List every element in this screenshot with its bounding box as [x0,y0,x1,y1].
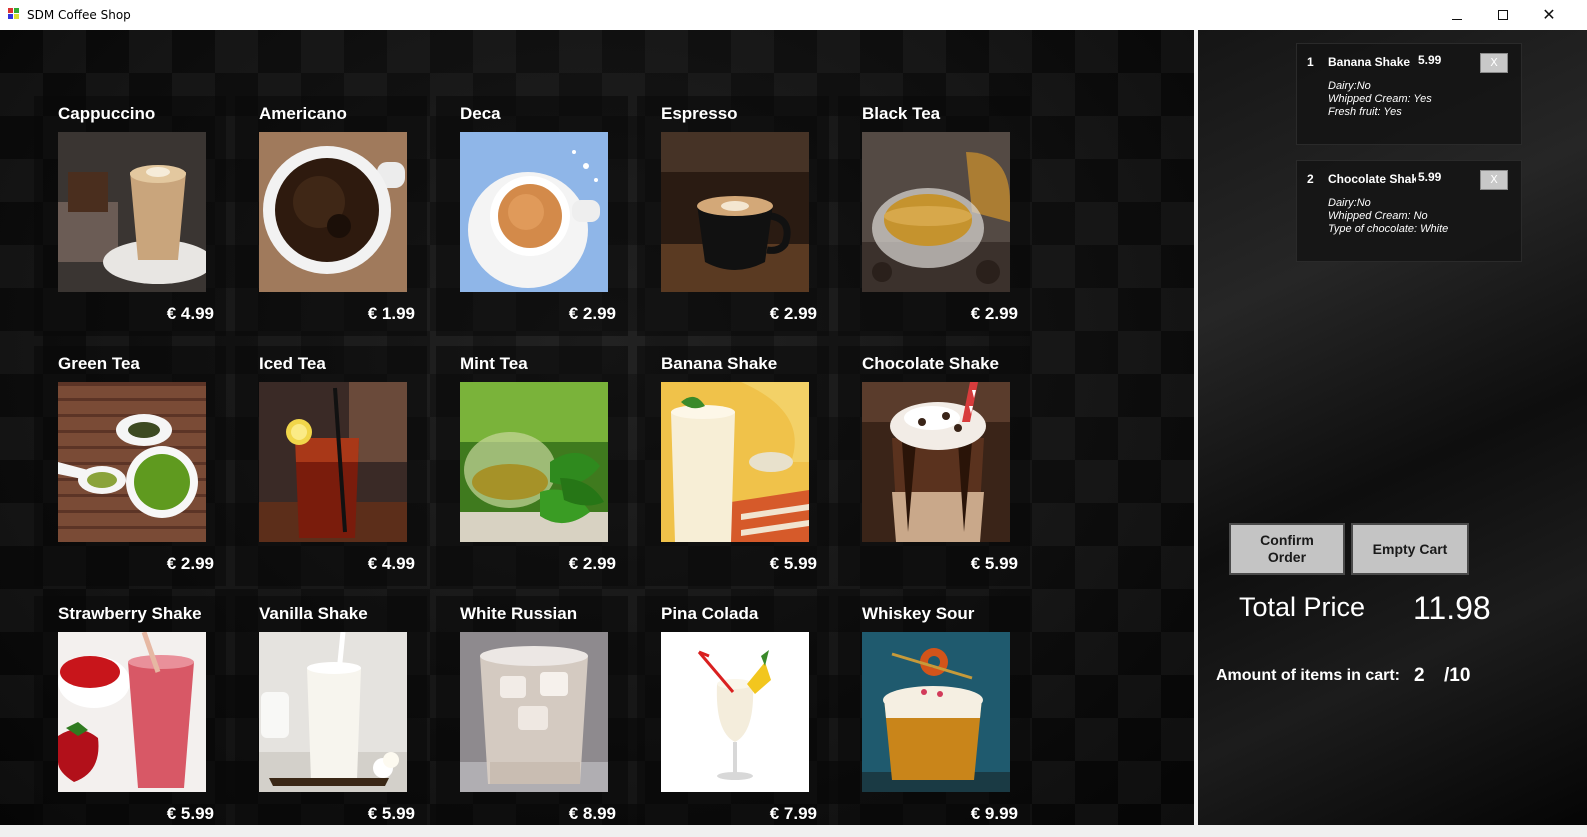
close-icon: X [1490,56,1498,69]
menu-item-deca[interactable]: Deca € 2.99 [436,96,628,336]
remove-item-button[interactable]: X [1480,53,1508,73]
cart-item[interactable]: 2 Chocolate Shake 5.99 X Dairy:No Whippe… [1296,160,1522,262]
total-price-label: Total Price [1239,592,1366,622]
confirm-order-label: Confirm Order [1260,532,1314,565]
empty-cart-button[interactable]: Empty Cart [1351,523,1469,575]
deca-image[interactable] [460,132,608,292]
cart-item-number: 2 [1307,172,1314,186]
app-icon [8,8,20,20]
cart-item-price: 5.99 [1418,170,1442,184]
cart-panel: 1 Banana Shake 5.99 X Dairy:No Whipped C… [1198,30,1587,825]
menu-item-price: € 4.99 [367,554,415,573]
menu-panel: Cappuccino € 4.99 Americano € 1.99 Deca … [0,30,1194,825]
black-tea-image[interactable] [862,132,1010,292]
menu-item-name: Vanilla Shake [259,604,368,623]
maximize-button[interactable] [1480,0,1526,30]
menu-item-price: € 4.99 [166,304,214,323]
cart-item-name: Banana Shake [1328,55,1411,69]
strawberry-shake-image[interactable] [58,632,206,792]
confirm-order-button[interactable]: Confirm Order [1229,523,1345,575]
menu-item-banana-shake[interactable]: Banana Shake € 5.99 [637,346,829,586]
cart-item-price: 5.99 [1418,53,1442,67]
close-icon: ✕ [1542,5,1556,24]
menu-item-name: Green Tea [58,354,140,373]
maximize-icon [1498,10,1508,20]
chocolate-shake-image[interactable] [862,382,1010,542]
cart-amount-count: 2 [1414,665,1425,686]
mint-tea-image[interactable] [460,382,608,542]
menu-item-price: € 5.99 [166,804,214,823]
menu-item-pina-colada[interactable]: Pina Colada € 7.99 [637,596,829,825]
menu-item-name: Strawberry Shake [58,604,202,623]
close-icon: X [1490,173,1498,186]
menu-item-chocolate-shake[interactable]: Chocolate Shake € 5.99 [838,346,1030,586]
espresso-image[interactable] [661,132,809,292]
iced-tea-image[interactable] [259,382,407,542]
menu-item-name: Whiskey Sour [862,604,975,623]
menu-item-name: Americano [259,104,347,123]
menu-item-price: € 2.99 [568,304,616,323]
cart-item-option: Fresh fruit: Yes [1328,106,1402,118]
menu-item-name: Mint Tea [460,354,528,373]
menu-item-price: € 5.99 [367,804,415,823]
menu-item-name: Espresso [661,104,738,123]
menu-item-vanilla-shake[interactable]: Vanilla Shake € 5.99 [235,596,427,825]
menu-item-price: € 5.99 [769,554,817,573]
menu-item-black-tea[interactable]: Black Tea € 2.99 [838,96,1030,336]
menu-item-name: White Russian [460,604,578,623]
title-bar: SDM Coffee Shop ✕ [0,0,1587,30]
menu-item-espresso[interactable]: Espresso € 2.99 [637,96,829,336]
menu-item-price: € 2.99 [769,304,817,323]
banana-shake-image[interactable] [661,382,809,542]
window-bottom-edge [0,825,1587,837]
menu-item-whiskey-sour[interactable]: Whiskey Sour € 9.99 [838,596,1030,825]
cart-item-number: 1 [1307,55,1314,69]
pina-colada-image[interactable] [661,632,809,792]
menu-item-strawberry-shake[interactable]: Strawberry Shake € 5.99 [34,596,226,825]
menu-item-price: € 5.99 [970,554,1018,573]
cart-item-option: Type of chocolate: White [1328,223,1449,235]
menu-item-name: Cappuccino [58,104,156,123]
window-title: SDM Coffee Shop [27,8,131,22]
menu-item-price: € 9.99 [970,804,1018,823]
menu-item-price: € 7.99 [769,804,817,823]
menu-item-mint-tea[interactable]: Mint Tea € 2.99 [436,346,628,586]
menu-item-americano[interactable]: Americano € 1.99 [235,96,427,336]
white-russian-image[interactable] [460,632,608,792]
cart-item-option: Whipped Cream: No [1328,210,1428,222]
menu-item-price: € 8.99 [568,804,616,823]
menu-item-price: € 2.99 [166,554,214,573]
total-price-value: 11.98 [1413,590,1491,626]
whiskey-sour-image[interactable] [862,632,1010,792]
cart-amount-max: /10 [1444,665,1471,686]
cart-item-option: Dairy:No [1328,197,1371,209]
cart-item-option: Whipped Cream: Yes [1328,93,1432,105]
menu-item-cappuccino[interactable]: Cappuccino € 4.99 [34,96,226,336]
menu-item-price: € 1.99 [367,304,415,323]
menu-item-green-tea[interactable]: Green Tea € 2.99 [34,346,226,586]
menu-item-name: Iced Tea [259,354,326,373]
minimize-button[interactable] [1434,0,1480,30]
empty-cart-label: Empty Cart [1372,540,1448,557]
menu-item-name: Pina Colada [661,604,759,623]
cart-item[interactable]: 1 Banana Shake 5.99 X Dairy:No Whipped C… [1296,43,1522,145]
menu-item-white-russian[interactable]: White Russian € 8.99 [436,596,628,825]
vanilla-shake-image[interactable] [259,632,407,792]
menu-item-name: Chocolate Shake [862,354,999,373]
menu-item-name: Deca [460,104,501,123]
close-button[interactable]: ✕ [1526,0,1572,30]
cappuccino-image[interactable] [58,132,206,292]
remove-item-button[interactable]: X [1480,170,1508,190]
menu-item-name: Black Tea [862,104,941,123]
menu-item-price: € 2.99 [970,304,1018,323]
minimize-icon [1452,19,1462,20]
menu-item-name: Banana Shake [661,354,778,373]
menu-item-price: € 2.99 [568,554,616,573]
green-tea-image[interactable] [58,382,206,542]
americano-image[interactable] [259,132,407,292]
cart-item-name: Chocolate Shake [1328,172,1416,186]
cart-item-option: Dairy:No [1328,80,1371,92]
menu-item-iced-tea[interactable]: Iced Tea € 4.99 [235,346,427,586]
cart-amount-label: Amount of items in cart: [1216,667,1401,684]
